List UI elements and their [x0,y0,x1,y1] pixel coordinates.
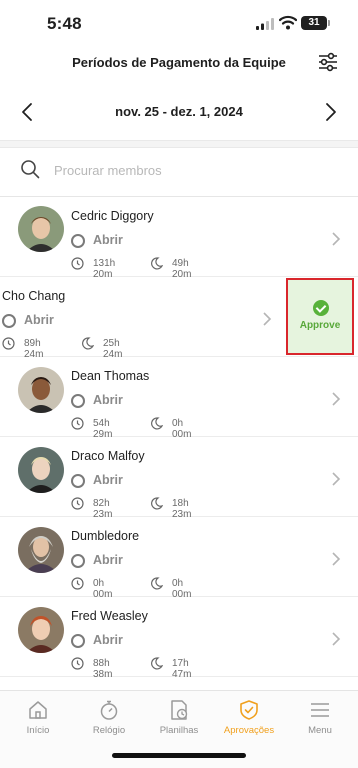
member-row[interactable]: Cho Chang Abrir 89h 24m 25h 24m Approve [0,277,358,360]
battery-level: 31 [308,17,320,28]
status-label: Abrir [24,313,54,327]
home-icon [29,701,47,719]
status-label: Abrir [93,633,123,647]
chevron-right-icon [332,472,341,486]
member-row[interactable]: Dean Thomas Abrir 54h 29m 0h 00m [0,357,358,440]
member-row[interactable]: Dumbledore Abrir 0h 00m 0h 00m [0,517,358,600]
member-name: Dean Thomas [71,369,150,383]
check-circle-icon [313,300,329,316]
member-row[interactable]: Draco Malfoy Abrir 82h 23m 18h 23m [0,437,358,520]
member-row[interactable]: Cedric Diggory Abrir 131h 20m 49h 20m [0,197,358,280]
status-circle-icon [2,314,16,328]
member-row[interactable]: Fred Weasley Abrir 88h 38m 17h 47m [0,597,358,680]
battery-icon: 31 [301,16,330,30]
approve-button[interactable]: Approve [286,278,354,355]
moon-icon [82,337,94,350]
section-divider [0,140,358,148]
tab-planilhas[interactable]: Planilhas [143,699,215,739]
moon-icon [151,257,163,270]
moon-icon [151,657,163,670]
regular-hours: 88h 38m [93,658,113,680]
page-title: Períodos de Pagamento da Equipe [72,55,286,70]
home-indicator [112,753,246,758]
search-bar [0,152,358,188]
avatar [18,607,64,653]
status-circle-icon [71,474,85,488]
menu-icon [311,703,329,717]
avatar [18,527,64,573]
avatar [18,447,64,493]
status-label: Abrir [93,393,123,407]
shield-check-icon [240,700,258,720]
search-input[interactable] [54,158,334,182]
tab-label: Planilhas [159,725,199,736]
moon-icon [151,417,163,430]
app-header: Períodos de Pagamento da Equipe [0,46,358,80]
member-name: Cho Chang [2,289,66,303]
chevron-right-icon[interactable] [322,102,338,122]
avatar [18,367,64,413]
member-name: Cedric Diggory [71,209,154,223]
chevron-right-icon [332,632,341,646]
timesheet-icon [171,700,188,720]
chevron-right-icon [332,232,341,246]
sliders-icon[interactable] [318,52,338,72]
tab-label: Relógio [92,725,126,736]
chevron-right-icon [332,552,341,566]
member-name: Fred Weasley [71,609,148,623]
tab-label: Menu [308,725,332,736]
status-circle-icon [71,554,85,568]
status-bar: 5:48 31 [0,0,358,46]
status-label: Abrir [93,473,123,487]
overtime-hours: 17h 47m [172,658,192,680]
chevron-right-icon [332,392,341,406]
stopwatch-icon [100,700,118,720]
status-circle-icon [71,394,85,408]
clock-icon [71,657,84,670]
clock-icon [71,497,84,510]
moon-icon [151,577,163,590]
approve-label: Approve [299,320,341,331]
date-range-navigator: nov. 25 - dez. 1, 2024 [0,92,358,132]
search-icon [21,160,40,179]
tab-menu[interactable]: Menu [284,699,356,739]
status-circle-icon [71,234,85,248]
member-name: Draco Malfoy [71,449,145,463]
tab-relogio[interactable]: Relógio [73,699,145,739]
avatar [18,206,64,252]
clock-icon [71,417,84,430]
chevron-right-icon [263,312,272,326]
status-label: Abrir [93,553,123,567]
clock-icon [71,577,84,590]
cellular-signal-icon [256,18,274,30]
tab-bar: Início Relógio Planilhas Aprovações Menu [0,690,358,768]
status-circle-icon [71,634,85,648]
member-name: Dumbledore [71,529,140,543]
status-label: Abrir [93,233,123,247]
status-time: 5:48 [47,14,82,33]
tab-label: Início [26,725,50,736]
tab-aprovacoes[interactable]: Aprovações [213,699,285,739]
wifi-icon [279,15,297,30]
tab-inicio[interactable]: Início [2,699,74,739]
clock-icon [2,337,15,350]
tab-label: Aprovações [223,725,275,736]
date-range-label: nov. 25 - dez. 1, 2024 [115,104,243,119]
moon-icon [151,497,163,510]
clock-icon [71,257,84,270]
